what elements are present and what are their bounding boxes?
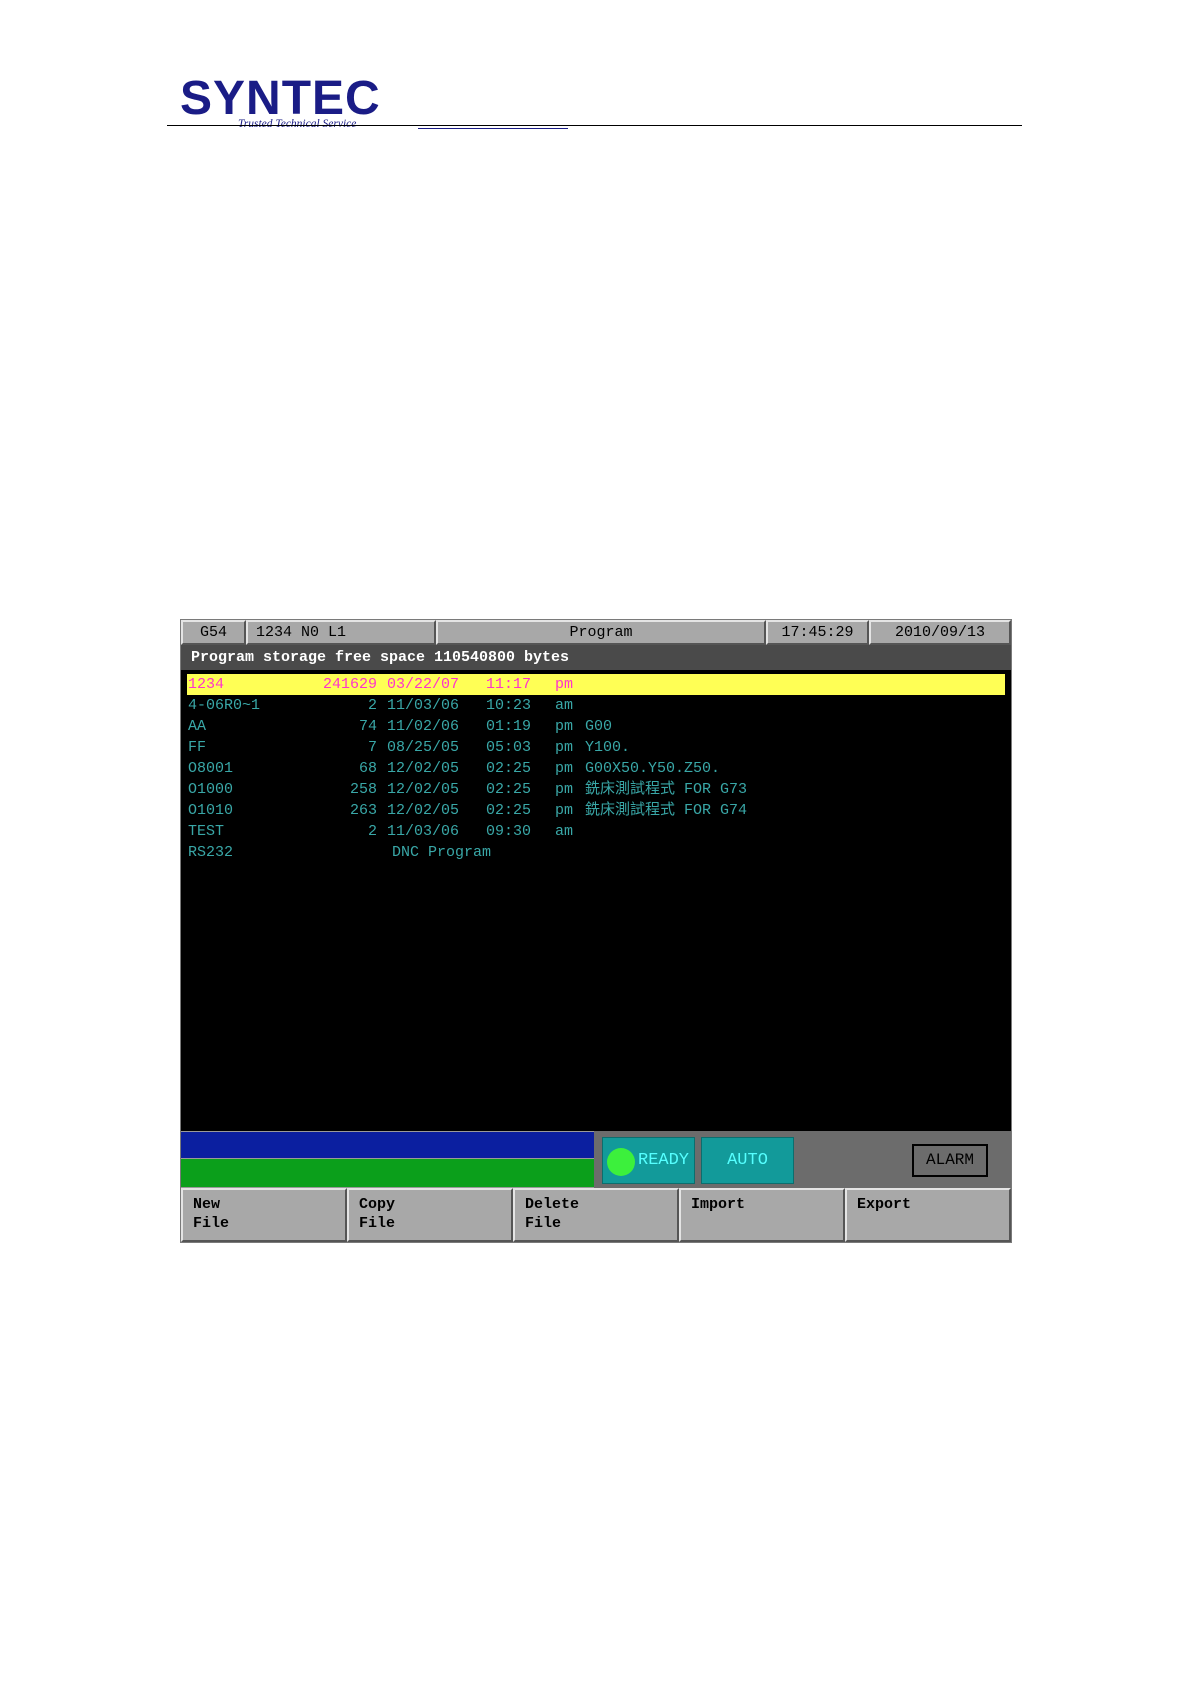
dnc-row[interactable]: RS232 DNC Program: [187, 842, 1005, 863]
top-status-bar: G54 1234 N0 L1 Program 17:45:29 2010/09/…: [181, 620, 1011, 645]
dnc-port-name: RS232: [188, 844, 234, 861]
message-bar-blue: [181, 1131, 594, 1159]
ready-lamp-icon: [607, 1148, 635, 1176]
machine-status-panel: READY AUTO ALARM: [594, 1131, 1011, 1188]
file-ampm: am: [555, 823, 574, 840]
file-ampm: pm: [555, 739, 574, 756]
program-file-list[interactable]: 1234 241629 03/22/07 11:17 pm 4-06R0~1 2 11/03/…: [187, 674, 1005, 1124]
file-size: 2: [367, 823, 377, 840]
file-time: 02:25: [486, 802, 532, 819]
file-name: TEST: [188, 823, 225, 840]
delete-file-softkey[interactable]: Delete File: [513, 1188, 679, 1242]
file-date: 12/02/05: [387, 802, 460, 819]
cnc-screen: G54 1234 N0 L1 Program 17:45:29 2010/09/…: [180, 619, 1012, 1243]
file-row[interactable]: O8001 68 12/02/05 02:25 pm G00X50.Y50.Z50.: [187, 758, 1005, 779]
file-time: 02:25: [486, 760, 532, 777]
header-rule: [167, 125, 1022, 126]
dnc-label: DNC Program: [392, 844, 492, 861]
file-row[interactable]: 1234 241629 03/22/07 11:17 pm: [187, 674, 1005, 695]
file-comment: 銑床測試程式 FOR G73: [585, 781, 748, 798]
file-comment: Y100.: [585, 739, 631, 756]
file-size: 258: [349, 781, 377, 798]
file-row[interactable]: 4-06R0~1 2 11/03/06 10:23 am: [187, 695, 1005, 716]
ready-label: READY: [638, 1151, 690, 1170]
file-size: 263: [349, 802, 377, 819]
storage-free-space: Program storage free space 110540800 byt…: [181, 645, 1011, 670]
file-date: 11/02/06: [387, 718, 460, 735]
softkey-bar: New File Copy File Delete File Import Ex…: [181, 1188, 1011, 1242]
alarm-button[interactable]: ALARM: [912, 1144, 988, 1177]
file-date: 12/02/05: [387, 781, 460, 798]
file-ampm: pm: [555, 718, 574, 735]
export-softkey[interactable]: Export: [845, 1188, 1011, 1242]
file-date: 12/02/05: [387, 760, 460, 777]
file-name: 1234: [188, 676, 225, 693]
file-size: 68: [358, 760, 377, 777]
file-time: 02:25: [486, 781, 532, 798]
file-size: 2: [367, 697, 377, 714]
file-ampm: am: [555, 697, 574, 714]
file-row[interactable]: TEST 2 11/03/06 09:30 am: [187, 821, 1005, 842]
file-date: 03/22/07: [387, 676, 460, 693]
clock-time: 17:45:29: [766, 620, 869, 645]
file-time: 11:17: [486, 676, 532, 693]
file-ampm: pm: [555, 781, 574, 798]
file-time: 10:23: [486, 697, 532, 714]
coordinate-system: G54: [181, 620, 246, 645]
logo-wordmark: SYNTEC: [180, 72, 381, 125]
file-comment: G00: [585, 718, 613, 735]
ready-indicator: READY: [602, 1137, 695, 1184]
file-ampm: pm: [555, 760, 574, 777]
logo-tagline: Trusted Technical Service: [238, 118, 357, 130]
file-comment: 銑床測試程式 FOR G74: [585, 802, 748, 819]
file-row[interactable]: FF 7 08/25/05 05:03 pm Y100.: [187, 737, 1005, 758]
file-time: 05:03: [486, 739, 532, 756]
new-file-softkey[interactable]: New File: [181, 1188, 347, 1242]
program-line-indicator: 1234 N0 L1: [246, 620, 436, 645]
screen-title: Program: [436, 620, 766, 645]
file-comment: G00X50.Y50.Z50.: [585, 760, 721, 777]
file-ampm: pm: [555, 676, 574, 693]
file-name: O1000: [188, 781, 234, 798]
import-softkey[interactable]: Import: [679, 1188, 845, 1242]
file-row[interactable]: O1010 263 12/02/05 02:25 pm 銑床測試程式 FOR G74: [187, 800, 1005, 821]
clock-date: 2010/09/13: [869, 620, 1011, 645]
file-size: 241629: [322, 676, 377, 693]
file-time: 01:19: [486, 718, 532, 735]
file-row[interactable]: AA 74 11/02/06 01:19 pm G00: [187, 716, 1005, 737]
file-name: FF: [188, 739, 207, 756]
file-time: 09:30: [486, 823, 532, 840]
logo-underline: [418, 128, 568, 129]
file-date: 11/03/06: [387, 697, 460, 714]
message-bar-green: [181, 1159, 594, 1188]
file-size: 7: [367, 739, 377, 756]
file-name: O1010: [188, 802, 234, 819]
file-row[interactable]: O1000 258 12/02/05 02:25 pm 銑床測試程式 FOR G73: [187, 779, 1005, 800]
syntec-logo: SYNTEC Trusted Technical Service: [180, 72, 568, 130]
auto-mode-indicator: AUTO: [701, 1137, 794, 1184]
file-date: 08/25/05: [387, 739, 460, 756]
file-name: 4-06R0~1: [188, 697, 261, 714]
file-date: 11/03/06: [387, 823, 460, 840]
file-size: 74: [358, 718, 377, 735]
file-name: O8001: [188, 760, 234, 777]
copy-file-softkey[interactable]: Copy File: [347, 1188, 513, 1242]
file-name: AA: [188, 718, 207, 735]
file-ampm: pm: [555, 802, 574, 819]
